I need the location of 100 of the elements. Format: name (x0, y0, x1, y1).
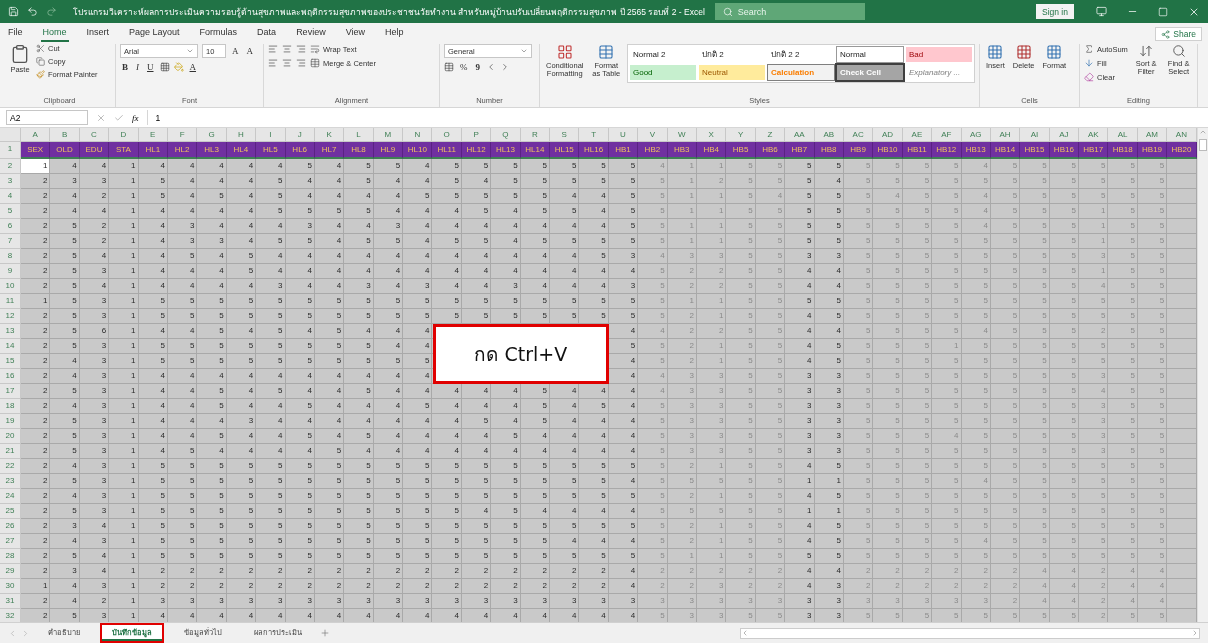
name-box[interactable]: A2 (6, 110, 88, 125)
column-letter[interactable]: AC (843, 128, 874, 142)
column-letter[interactable]: AD (873, 128, 903, 142)
column-letter[interactable]: AA (785, 128, 815, 142)
row-number[interactable]: 21 (0, 444, 21, 459)
column-letter[interactable]: V (638, 128, 668, 142)
ribbon-tab[interactable]: View (343, 25, 367, 42)
column-letter[interactable]: AM (1137, 128, 1168, 142)
column-letter[interactable]: AE (902, 128, 933, 142)
row-number[interactable]: 19 (0, 414, 21, 429)
column-letter[interactable]: X (697, 128, 727, 142)
row-number[interactable]: 6 (0, 219, 21, 234)
column-letter[interactable]: G (197, 128, 227, 142)
cell-style[interactable]: Bad (906, 47, 972, 62)
search-field[interactable]: Search (714, 3, 865, 20)
ribbon-tab[interactable]: Formulas (197, 25, 240, 42)
font-color-button[interactable]: A (187, 62, 198, 72)
column-letter[interactable]: AB (814, 128, 844, 142)
row-number[interactable]: 2 (0, 159, 21, 174)
column-letter[interactable]: E (138, 128, 168, 142)
column-letter[interactable]: N (403, 128, 433, 142)
cell-style[interactable]: Check Cell (837, 65, 903, 80)
row-number[interactable]: 20 (0, 429, 21, 444)
row-number[interactable]: 25 (0, 504, 21, 519)
cell-style[interactable]: Neutral (699, 65, 765, 80)
column-letter[interactable]: AN (1167, 128, 1197, 142)
column-letter[interactable]: U (608, 128, 639, 142)
comma-button[interactable]: 9 (473, 62, 482, 72)
column-letter[interactable]: C (79, 128, 110, 142)
row-number[interactable]: 12 (0, 309, 21, 324)
ribbon-tab[interactable]: File (6, 25, 25, 42)
column-letter[interactable]: Y (726, 128, 756, 142)
underline-button[interactable]: U (145, 62, 156, 72)
shrink-font-button[interactable]: A (244, 46, 255, 56)
column-letter[interactable]: AJ (1049, 128, 1080, 142)
row-number[interactable]: 28 (0, 549, 21, 564)
column-letter[interactable]: F (167, 128, 198, 142)
column-letter[interactable]: B (50, 128, 80, 142)
ribbon-tab[interactable]: Help (383, 25, 406, 42)
column-letter[interactable]: AG (961, 128, 991, 142)
row-number[interactable]: 29 (0, 564, 21, 579)
column-letter[interactable]: D (109, 128, 139, 142)
column-letter[interactable]: J (285, 128, 315, 142)
cell-style[interactable]: Normal (837, 47, 903, 62)
row-number[interactable]: 4 (0, 189, 21, 204)
row-number[interactable]: 32 (0, 609, 21, 622)
row-number[interactable]: 10 (0, 279, 21, 294)
column-letter[interactable]: Q (491, 128, 521, 142)
column-letter[interactable]: T (579, 128, 609, 142)
column-letter[interactable]: AH (990, 128, 1021, 142)
column-letter[interactable]: O (432, 128, 462, 142)
row-number[interactable]: 15 (0, 354, 21, 369)
bold-button[interactable]: B (120, 62, 130, 72)
row-number[interactable]: 1 (0, 142, 21, 159)
row-number[interactable]: 27 (0, 534, 21, 549)
column-letter[interactable]: I (256, 128, 286, 142)
column-letter[interactable]: AF (932, 128, 962, 142)
row-number[interactable]: 13 (0, 324, 21, 339)
row-number[interactable]: 31 (0, 594, 21, 609)
grow-font-button[interactable]: A (230, 46, 241, 56)
formula-value[interactable]: 1 (146, 110, 1202, 125)
row-number[interactable]: 9 (0, 264, 21, 279)
row-number[interactable]: 7 (0, 234, 21, 249)
column-letter[interactable]: P (461, 128, 492, 142)
row-number[interactable]: 3 (0, 174, 21, 189)
sign-in-button[interactable]: Sign in (1036, 4, 1074, 19)
row-number[interactable]: 18 (0, 399, 21, 414)
column-letter[interactable]: L (344, 128, 374, 142)
share-button[interactable]: Share (1155, 27, 1202, 41)
ribbon-tab[interactable]: Page Layout (127, 25, 182, 42)
percent-button[interactable]: % (458, 62, 470, 72)
cell-style[interactable]: Calculation (768, 65, 834, 80)
row-number[interactable]: 8 (0, 249, 21, 264)
row-number[interactable]: 17 (0, 384, 21, 399)
row-number[interactable]: 11 (0, 294, 21, 309)
column-letter[interactable]: R (520, 128, 551, 142)
ribbon-tab[interactable]: Insert (84, 25, 112, 42)
column-letter[interactable]: AL (1108, 128, 1138, 142)
column-letter[interactable]: W (667, 128, 697, 142)
row-number[interactable]: 30 (0, 579, 21, 594)
row-number[interactable]: 16 (0, 369, 21, 384)
row-number[interactable]: 5 (0, 204, 21, 219)
ribbon-tab[interactable]: Review (294, 25, 328, 42)
ribbon-tab[interactable]: Data (255, 25, 279, 42)
column-letter[interactable]: Z (755, 128, 786, 142)
column-letter[interactable]: M (373, 128, 404, 142)
column-letter[interactable]: AI (1020, 128, 1050, 142)
row-number[interactable]: 23 (0, 474, 21, 489)
column-letter[interactable]: H (226, 128, 257, 142)
function-icon[interactable]: fx (132, 112, 139, 123)
italic-button[interactable]: I (134, 62, 141, 72)
row-number[interactable]: 14 (0, 339, 21, 354)
column-letter[interactable]: K (314, 128, 345, 142)
column-letter[interactable]: AK (1079, 128, 1109, 142)
row-number[interactable]: 24 (0, 489, 21, 504)
row-number[interactable]: 22 (0, 459, 21, 474)
row-number[interactable]: 26 (0, 519, 21, 534)
column-letter[interactable]: S (550, 128, 580, 142)
cell-style[interactable]: Good (630, 65, 696, 80)
column-letter[interactable]: A (21, 128, 51, 142)
